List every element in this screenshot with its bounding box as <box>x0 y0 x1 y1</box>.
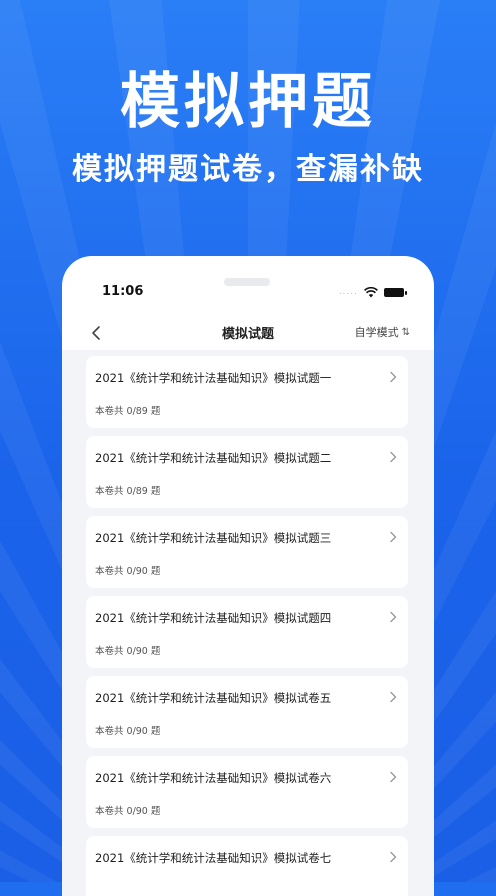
paper-question-count: 本卷共 0/90 题 <box>95 646 161 657</box>
chevron-right-icon <box>390 771 397 783</box>
navbar: 模拟试题 自学模式 ⇅ <box>62 318 434 348</box>
paper-card[interactable]: 2021《统计学和统计法基础知识》模拟试题二 本卷共 0/89 题 <box>86 436 408 508</box>
wifi-icon <box>364 286 378 297</box>
paper-list: 2021《统计学和统计法基础知识》模拟试题一 本卷共 0/89 题 2021《统… <box>86 356 408 896</box>
paper-question-count: 本卷共 0/90 题 <box>95 566 161 577</box>
paper-card[interactable]: 2021《统计学和统计法基础知识》模拟试卷六 本卷共 0/90 题 <box>86 756 408 828</box>
study-mode-button[interactable]: 自学模式 ⇅ <box>355 324 410 340</box>
paper-title: 2021《统计学和统计法基础知识》模拟试题二 <box>95 451 332 465</box>
chevron-right-icon <box>390 371 397 383</box>
hero-subtitle: 模拟押题试卷，查漏补缺 <box>72 152 424 187</box>
chevron-right-icon <box>390 611 397 623</box>
paper-title: 2021《统计学和统计法基础知识》模拟试卷六 <box>95 771 332 785</box>
paper-title: 2021《统计学和统计法基础知识》模拟试题三 <box>95 531 332 545</box>
sort-icon: ⇅ <box>401 326 410 338</box>
chevron-right-icon <box>390 851 397 863</box>
chevron-right-icon <box>390 531 397 543</box>
paper-question-count: 本卷共 0/90 题 <box>95 726 161 737</box>
study-mode-label: 自学模式 <box>354 326 399 339</box>
status-time: 11:06 <box>102 284 144 299</box>
paper-title: 2021《统计学和统计法基础知识》模拟试卷五 <box>95 691 332 705</box>
paper-title: 2021《统计学和统计法基础知识》模拟试卷七 <box>95 851 332 865</box>
paper-card[interactable]: 2021《统计学和统计法基础知识》模拟试卷七 <box>86 836 408 896</box>
battery-icon <box>384 287 407 297</box>
phone-notch <box>224 278 270 286</box>
paper-card[interactable]: 2021《统计学和统计法基础知识》模拟试卷五 本卷共 0/90 题 <box>86 676 408 748</box>
chevron-right-icon <box>390 451 397 463</box>
paper-title: 2021《统计学和统计法基础知识》模拟试题一 <box>95 371 332 385</box>
signal-icon: ..... <box>338 287 358 297</box>
paper-question-count: 本卷共 0/89 题 <box>95 406 161 417</box>
status-icons: ..... <box>338 286 407 298</box>
paper-card[interactable]: 2021《统计学和统计法基础知识》模拟试题四 本卷共 0/90 题 <box>86 596 408 668</box>
hero-title: 模拟押题 <box>120 67 376 137</box>
paper-card[interactable]: 2021《统计学和统计法基础知识》模拟试题三 本卷共 0/90 题 <box>86 516 408 588</box>
paper-title: 2021《统计学和统计法基础知识》模拟试题四 <box>95 611 332 625</box>
paper-list-area[interactable]: 2021《统计学和统计法基础知识》模拟试题一 本卷共 0/89 题 2021《统… <box>62 350 434 896</box>
paper-card[interactable]: 2021《统计学和统计法基础知识》模拟试题一 本卷共 0/89 题 <box>86 356 408 428</box>
phone-mockup: 11:06 ..... 模拟试题 自学模式 ⇅ 2021《统计学和统计法基础知识… <box>62 256 434 896</box>
chevron-right-icon <box>390 691 397 703</box>
paper-question-count: 本卷共 0/89 题 <box>95 486 161 497</box>
paper-question-count: 本卷共 0/90 题 <box>95 806 161 817</box>
